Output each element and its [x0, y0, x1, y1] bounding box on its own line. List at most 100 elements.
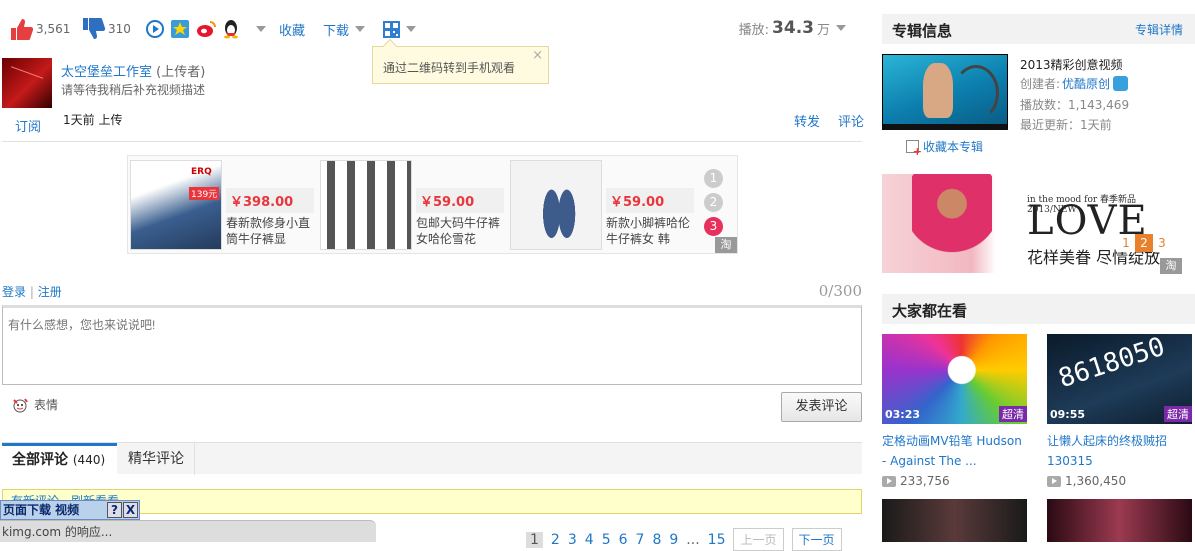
share-more-dropdown[interactable]: [250, 14, 266, 44]
play-circle-icon: [146, 20, 164, 38]
help-icon[interactable]: ?: [107, 502, 122, 518]
divider: [2, 141, 862, 142]
ad-info: ￥59.00 新款小脚裤哈伦牛仔裤女 韩: [606, 188, 694, 247]
carousel-dot[interactable]: 3: [704, 217, 723, 236]
collect-album-button[interactable]: + 收藏本专辑: [906, 138, 983, 157]
ad-price: ￥59.00: [606, 188, 694, 213]
emoji-button[interactable]: 表情: [12, 396, 58, 413]
play-icon: [1047, 475, 1061, 487]
video-thumbnail[interactable]: 8618050 09:55 超清: [1047, 334, 1192, 424]
banner-dot[interactable]: 1: [1117, 234, 1135, 252]
album-updated: 最近更新：1天前: [1020, 118, 1112, 132]
page-current: 1: [526, 531, 543, 548]
login-link[interactable]: 登录: [2, 285, 26, 299]
upload-time: 1天前 上传: [63, 113, 123, 127]
tab-featured-comments[interactable]: 精华评论: [118, 443, 195, 475]
banner-ad[interactable]: in the mood for 春季新品 2013/NEW LOVE 花样美眷 …: [882, 174, 1182, 273]
collect-button[interactable]: 收藏: [279, 14, 305, 44]
chevron-down-icon[interactable]: [836, 25, 846, 31]
ad-desc: 新款小脚裤哈伦牛仔裤女 韩: [606, 216, 691, 246]
video-title-link[interactable]: 让懒人起床的终极贼招130315: [1047, 431, 1192, 471]
dislike-button[interactable]: 310: [80, 14, 131, 44]
weibo-icon: [197, 21, 216, 37]
browser-status-bar: kimg.com 的响应...: [0, 520, 376, 542]
video-title-link[interactable]: 定格动画MV铅笔 Hudson - Against The ...: [882, 431, 1027, 471]
close-icon[interactable]: ×: [532, 48, 543, 63]
like-count: 3,561: [36, 22, 71, 36]
chevron-down-icon: [256, 26, 266, 32]
uploader-role: (上传者): [156, 65, 206, 80]
verified-user-icon: [1113, 76, 1129, 91]
page-ellipsis: ...: [686, 531, 700, 548]
banner-model-image: [912, 174, 992, 273]
carousel-dot[interactable]: 1: [704, 169, 723, 188]
ad-image-jeans: [320, 160, 412, 250]
carousel-dot[interactable]: 2: [704, 193, 723, 212]
emoji-icon: [13, 397, 28, 412]
album-thumbnail[interactable]: [882, 54, 1008, 130]
share-youku-button[interactable]: [146, 14, 164, 44]
next-page-button[interactable]: 下一页: [791, 528, 842, 551]
qrcode-icon: [383, 20, 400, 38]
register-link[interactable]: 注册: [38, 285, 62, 299]
comment-tabs: 全部评论 (440) 精华评论: [2, 442, 862, 475]
video-duration: 03:23: [885, 408, 921, 421]
page-link[interactable]: 5: [602, 532, 611, 548]
video-thumbnail[interactable]: [882, 499, 1027, 542]
ad-price: ￥398.00: [226, 188, 314, 213]
banner-dot[interactable]: 2: [1135, 234, 1153, 252]
album-creator: 创建者: 优酷原创: [1020, 75, 1129, 92]
comment-input[interactable]: [2, 305, 862, 385]
video-duration: 09:55: [1050, 408, 1086, 421]
download-dropdown[interactable]: 下载: [323, 14, 366, 44]
chevron-down-icon: [406, 26, 416, 32]
subscribe-link[interactable]: 订阅: [15, 116, 41, 135]
login-bar: 登录 | 注册: [2, 285, 62, 299]
share-link[interactable]: 转发: [794, 111, 820, 130]
dislike-count: 310: [108, 22, 131, 36]
uploader-line: 太空堡垒工作室 (上传者): [61, 61, 205, 80]
page-link[interactable]: 2: [551, 532, 560, 548]
page-link[interactable]: 6: [619, 532, 628, 548]
post-comment-button[interactable]: 发表评论: [781, 392, 862, 422]
like-button[interactable]: 3,561: [8, 14, 70, 44]
uploader-name[interactable]: 太空堡垒工作室: [61, 65, 152, 80]
product-ad-carousel: ERQ 139元 ￥398.00 春新款修身小直筒牛仔裤显 ￥59.00 包邮大…: [127, 155, 738, 254]
album-title[interactable]: 2013精彩创意视频: [1020, 56, 1123, 73]
page-link[interactable]: 4: [585, 532, 594, 548]
page-link[interactable]: 9: [669, 532, 678, 548]
thumbnail-digits: 8618050: [1055, 334, 1169, 395]
page-link[interactable]: 15: [708, 532, 726, 548]
share-qq-button[interactable]: [222, 14, 240, 44]
download-toolbar-label[interactable]: 页面下载 视频: [3, 503, 79, 517]
popular-header: 大家都在看: [882, 294, 1195, 324]
thumbs-up-icon: [11, 19, 34, 40]
uploader-avatar[interactable]: [2, 58, 52, 108]
play-count: 播放: 34.3 万: [739, 18, 846, 38]
ad-image-jeans: ERQ 139元: [130, 160, 222, 250]
album-details-link[interactable]: 专辑详情: [1135, 21, 1183, 38]
album-info-header: 专辑信息 专辑详情: [882, 14, 1195, 44]
play-icon: [882, 475, 896, 487]
video-views: 233,756: [882, 474, 950, 488]
tab-all-comments[interactable]: 全部评论 (440): [2, 443, 117, 475]
video-thumbnail[interactable]: [1047, 499, 1192, 542]
page-link[interactable]: 3: [568, 532, 577, 548]
ad-desc: 包邮大码牛仔裤女哈伦雪花: [416, 216, 501, 246]
prev-page-button[interactable]: 上一页: [733, 528, 784, 551]
hd-badge: 超清: [999, 406, 1027, 422]
page-link[interactable]: 8: [652, 532, 661, 548]
ad-price: ￥59.00: [416, 188, 504, 213]
close-icon[interactable]: X: [123, 502, 138, 518]
share-weibo-button[interactable]: [196, 14, 216, 44]
banner-dot[interactable]: 3: [1153, 234, 1171, 252]
pagination: 1 2 3 4 5 6 7 8 9 ... 15 上一页 下一页: [526, 528, 850, 551]
hd-badge: 超清: [1164, 406, 1192, 422]
ad-info: ￥398.00 春新款修身小直筒牛仔裤显: [226, 188, 314, 247]
taobao-tag: 淘: [1160, 258, 1182, 274]
page-link[interactable]: 7: [636, 532, 645, 548]
comment-link[interactable]: 评论: [838, 111, 864, 130]
ad-image-jeans: [510, 160, 602, 250]
share-qzone-button[interactable]: [171, 14, 189, 44]
video-thumbnail[interactable]: 03:23 超清: [882, 334, 1027, 424]
